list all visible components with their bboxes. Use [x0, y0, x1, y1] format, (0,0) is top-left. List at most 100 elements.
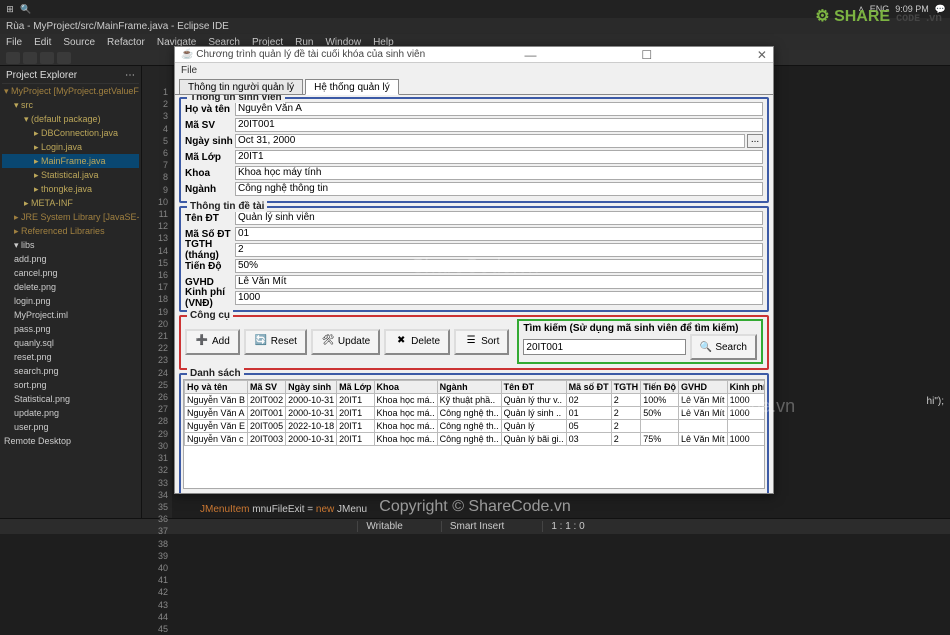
menu-source[interactable]: Source — [63, 37, 95, 48]
col-header[interactable]: Họ và tên — [185, 381, 248, 394]
menu-file[interactable]: File — [6, 37, 22, 48]
tree-node[interactable]: sort.png — [2, 378, 139, 392]
table-row[interactable]: Nguyễn Văn B20IT0022000-10-3120IT1Khoa h… — [185, 394, 766, 407]
tree-node[interactable]: ▾ (default package) — [2, 112, 139, 126]
menu-refactor[interactable]: Refactor — [107, 37, 145, 48]
table-row[interactable]: Nguyễn Văn E20IT0052022-10-1820IT1Khoa h… — [185, 420, 766, 433]
col-header[interactable]: Tên ĐT — [501, 381, 566, 394]
field-label: Mã Lớp — [185, 152, 235, 163]
col-header[interactable]: Mã số ĐT — [566, 381, 611, 394]
data-table[interactable]: Họ và tênMã SVNgày sinhMã LớpKhoaNgànhTê… — [184, 380, 765, 446]
tree-node[interactable]: Statistical.png — [2, 392, 139, 406]
student-info-section: Thông tin sinh viên Họ và tênNguyễn Văn … — [179, 97, 769, 203]
tree-node[interactable]: ▾ MyProject [MyProject.getValueFro — [2, 84, 139, 98]
tool-save-icon[interactable] — [23, 52, 37, 64]
col-header[interactable]: Ngành — [437, 381, 501, 394]
field-input[interactable]: Oct 31, 2000 — [235, 134, 745, 148]
tab-0[interactable]: Thông tin người quản lý — [179, 79, 303, 94]
tree-node[interactable]: delete.png — [2, 280, 139, 294]
tool-debug-icon[interactable] — [57, 52, 71, 64]
date-picker-button[interactable]: ... — [747, 134, 763, 148]
field-input[interactable]: 1000 — [235, 291, 763, 305]
tool-run-icon[interactable] — [40, 52, 54, 64]
field-input[interactable]: Công nghệ thông tin — [235, 182, 763, 196]
tree-node[interactable]: ▸ Referenced Libraries — [2, 224, 139, 238]
search-input[interactable] — [523, 339, 685, 355]
tree-node[interactable]: ▾ libs — [2, 238, 139, 252]
field-input[interactable]: Nguyễn Văn A — [235, 102, 763, 116]
update-button[interactable]: 🛠Update — [311, 329, 380, 355]
line-number: 8 — [142, 171, 168, 183]
tree-node[interactable]: ▸ thongke.java — [2, 182, 139, 196]
tree-node[interactable]: cancel.png — [2, 266, 139, 280]
line-number: 15 — [142, 257, 168, 269]
add-button[interactable]: ➕Add — [185, 329, 240, 355]
tree-node[interactable]: ▸ META-INF — [2, 196, 139, 210]
table-cell: 2022-10-18 — [286, 420, 337, 433]
col-header[interactable]: Mã SV — [248, 381, 286, 394]
maximize-icon[interactable]: ☐ — [641, 48, 652, 62]
table-cell: Nguyễn Văn c — [185, 433, 248, 446]
line-number: 22 — [142, 342, 168, 354]
search-button[interactable]: 🔍 Search — [690, 334, 757, 360]
col-header[interactable]: Mã Lớp — [337, 381, 374, 394]
explorer-menu-icon[interactable]: ⋯ — [125, 70, 135, 81]
dialog-menubar[interactable]: File — [175, 63, 773, 77]
tree-node[interactable]: search.png — [2, 364, 139, 378]
sort-button[interactable]: ☰Sort — [454, 329, 509, 355]
file-menu[interactable]: File — [181, 65, 197, 76]
close-icon[interactable]: ✕ — [757, 48, 767, 62]
line-number: 37 — [142, 525, 168, 537]
search-icon[interactable]: 🔍 — [20, 3, 32, 15]
tree-node[interactable]: pass.png — [2, 322, 139, 336]
tree-node[interactable]: login.png — [2, 294, 139, 308]
col-header[interactable]: Khoa — [374, 381, 437, 394]
col-header[interactable]: Ngày sinh — [286, 381, 337, 394]
windows-start-icon[interactable]: ⊞ — [4, 3, 16, 15]
field-input[interactable]: Lê Văn Mít — [235, 275, 763, 289]
menu-edit[interactable]: Edit — [34, 37, 51, 48]
line-number: 44 — [142, 611, 168, 623]
tools-section: Công cụ ➕Add🔄Reset🛠Update✖Delete☰SortTìm… — [179, 315, 769, 370]
tab-1[interactable]: Hệ thống quản lý — [305, 79, 399, 95]
tree-node[interactable]: update.png — [2, 406, 139, 420]
field-input[interactable]: 20IT001 — [235, 118, 763, 132]
tree-node[interactable]: ▸ Login.java — [2, 140, 139, 154]
col-header[interactable]: GVHD — [679, 381, 728, 394]
tree-node[interactable]: ▸ Statistical.java — [2, 168, 139, 182]
field-input[interactable]: 01 — [235, 227, 763, 241]
tree-node[interactable]: ▾ src — [2, 98, 139, 112]
field-input[interactable]: 2 — [235, 243, 763, 257]
line-number: 13 — [142, 232, 168, 244]
tree-node[interactable]: ▸ MainFrame.java — [2, 154, 139, 168]
line-number: 33 — [142, 477, 168, 489]
table-row[interactable]: Nguyễn Văn c20IT0032000-10-3120IT1Khoa h… — [185, 433, 766, 446]
tree-node[interactable]: ▸ DBConnection.java — [2, 126, 139, 140]
minimize-icon[interactable]: — — [524, 48, 536, 62]
tree-node[interactable]: Remote Desktop — [2, 434, 139, 448]
field-input[interactable]: Quản lý sinh viên — [235, 211, 763, 225]
field-input[interactable]: 50% — [235, 259, 763, 273]
field-input[interactable]: 20IT1 — [235, 150, 763, 164]
table-cell: Quản lý bãi gi.. — [501, 433, 566, 446]
delete-button[interactable]: ✖Delete — [384, 329, 450, 355]
tree-node[interactable]: quanly.sql — [2, 336, 139, 350]
field-input[interactable]: Khoa học máy tính — [235, 166, 763, 180]
project-tree[interactable]: ▾ MyProject [MyProject.getValueFro▾ src▾… — [2, 84, 139, 448]
tree-node[interactable]: ▸ JRE System Library [JavaSE-15] — [2, 210, 139, 224]
tree-node[interactable]: reset.png — [2, 350, 139, 364]
col-header[interactable]: Kinh phí — [727, 381, 765, 394]
delete-icon: ✖ — [394, 335, 408, 349]
table-cell: 03 — [566, 433, 611, 446]
table-cell — [727, 420, 765, 433]
col-header[interactable]: TGTH — [611, 381, 641, 394]
reset-button[interactable]: 🔄Reset — [244, 329, 307, 355]
tool-new-icon[interactable] — [6, 52, 20, 64]
col-header[interactable]: Tiến Độ — [641, 381, 679, 394]
tab-bar[interactable]: Thông tin người quản lýHệ thống quản lý — [175, 77, 773, 95]
table-row[interactable]: Nguyễn Văn A20IT0012000-10-3120IT1Khoa h… — [185, 407, 766, 420]
tree-node[interactable]: MyProject.iml — [2, 308, 139, 322]
tree-node[interactable]: user.png — [2, 420, 139, 434]
list-section: Danh sách Họ và tênMã SVNgày sinhMã LớpK… — [179, 373, 769, 493]
tree-node[interactable]: add.png — [2, 252, 139, 266]
